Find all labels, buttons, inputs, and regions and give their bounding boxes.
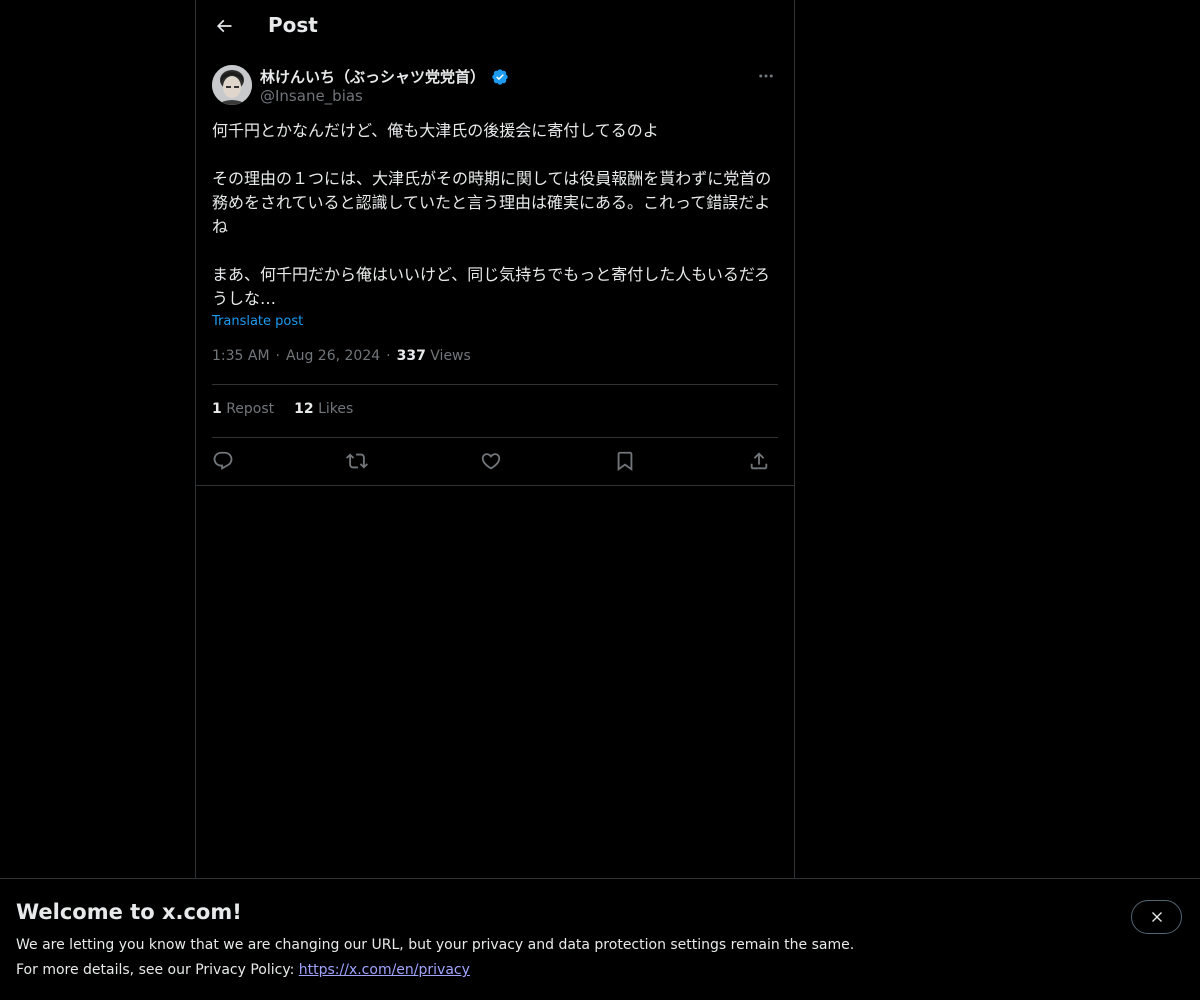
arrow-left-icon [216,19,232,33]
views-count: 337 [396,348,426,364]
post-stats: 1 Repost 12 Likes [212,401,373,417]
like-icon [481,453,501,470]
more-dots-icon [759,74,773,78]
more-options-button[interactable] [754,65,778,87]
primary-column: Post 林けんいち（ぶっシャツ党党首） @Insane_bias 何千円とかな… [195,0,795,1000]
bookmark-button[interactable] [612,448,638,474]
banner-close-button[interactable] [1131,900,1182,934]
post-date[interactable]: Aug 26, 2024 [286,348,380,364]
divider [212,437,778,438]
likes-stat[interactable]: 12 Likes [294,401,353,417]
page-title: Post [268,13,318,37]
likes-label: Likes [318,401,354,417]
reposts-stat[interactable]: 1 Repost [212,401,274,417]
header: Post [196,0,794,53]
banner-message: We are letting you know that we are chan… [16,937,855,953]
reposts-label: Repost [226,401,275,417]
author-name[interactable]: 林けんいち（ぶっシャツ党党首） [260,66,509,87]
action-bar [212,448,778,474]
privacy-policy-link[interactable]: https://x.com/en/privacy [299,962,470,978]
separator-dot: · [275,348,280,364]
divider [212,384,778,385]
post-time[interactable]: 1:35 AM [212,348,270,364]
post-paragraph: その理由の１つには、大津氏がその時期に関しては役員報酬を貰わずに党首の務めをされ… [212,169,772,236]
post-paragraph: 何千円とかなんだけど、俺も大津氏の後援会に寄付してるのよ [212,121,659,140]
author-handle[interactable]: @Insane_bias [260,87,363,105]
avatar[interactable] [212,65,252,105]
reply-button[interactable] [210,448,236,474]
author-display-name: 林けんいち（ぶっシャツ党党首） [260,68,486,86]
reposts-count: 1 [212,401,222,417]
back-button[interactable] [208,10,240,42]
divider [196,485,794,486]
avatar-image [212,65,252,105]
translate-post-link[interactable]: Translate post [212,314,303,329]
reply-icon [213,451,233,470]
post-meta: 1:35 AM · Aug 26, 2024 · 337 Views [212,348,471,364]
post-paragraph: まあ、何千円だから俺はいいけど、同じ気持ちでもっと寄付した人もいるだろうしな… [212,265,770,308]
repost-icon [346,453,368,469]
banner-privacy-line: For more details, see our Privacy Policy… [16,962,470,978]
bookmark-icon [617,451,633,472]
likes-count: 12 [294,401,314,417]
share-icon [750,452,768,470]
close-icon [1151,912,1162,922]
verified-badge-icon [492,68,508,85]
separator-dot: · [386,348,391,364]
post-author: 林けんいち（ぶっシャツ党党首） @Insane_bias [212,65,778,109]
welcome-banner: Welcome to x.com! We are letting you kno… [0,878,1200,1000]
banner-privacy-prefix: For more details, see our Privacy Policy… [16,962,299,978]
views-label: Views [430,348,471,364]
repost-button[interactable] [344,448,370,474]
banner-title: Welcome to x.com! [16,900,242,924]
share-button[interactable] [746,448,772,474]
like-button[interactable] [478,448,504,474]
post-text: 何千円とかなんだけど、俺も大津氏の後援会に寄付してるのよ その理由の１つには、大… [212,119,778,311]
